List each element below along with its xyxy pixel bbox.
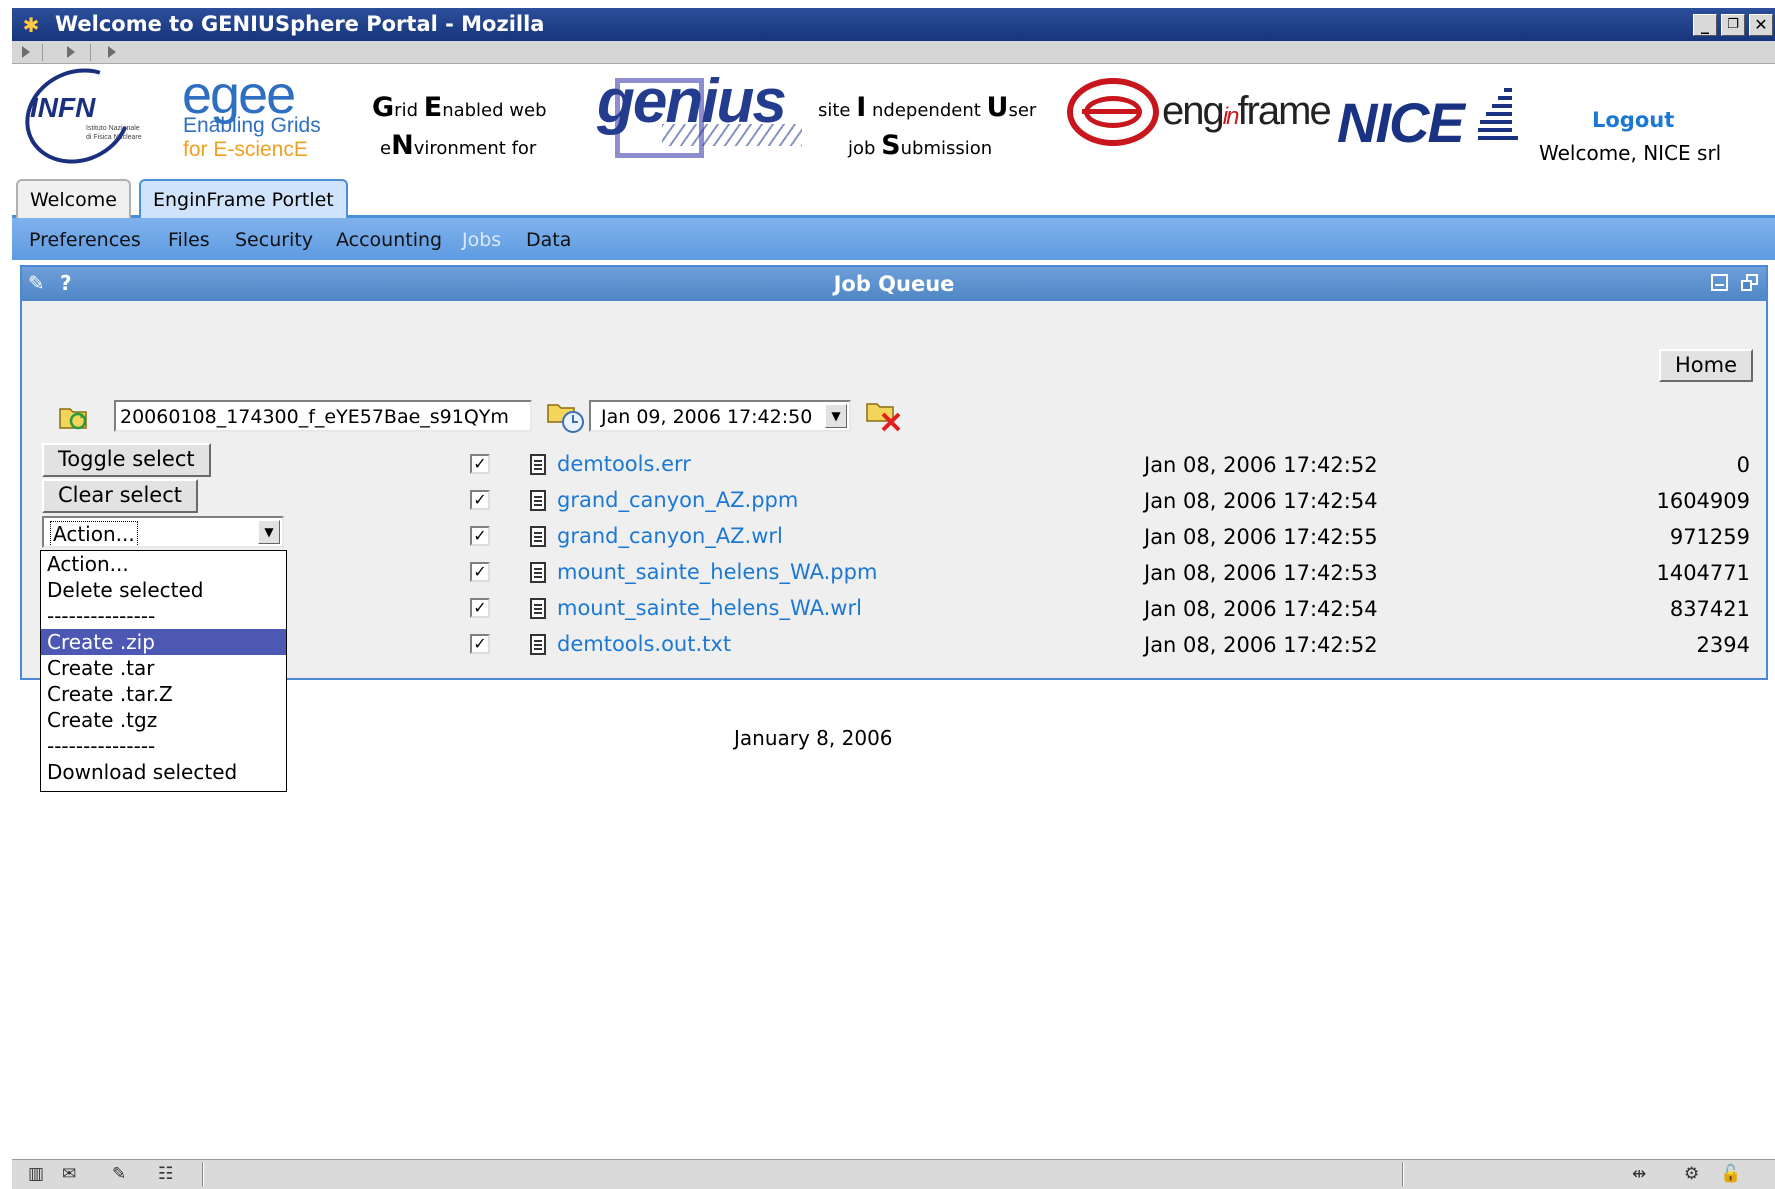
- addressbook-icon[interactable]: ☷: [158, 1164, 173, 1184]
- submenu-bar: Preferences Files Security Accounting Jo…: [12, 218, 1775, 260]
- document-icon: [530, 598, 546, 619]
- file-link[interactable]: demtools.err: [557, 452, 691, 476]
- security-lock-icon[interactable]: 🔓: [1720, 1164, 1741, 1184]
- chevron-down-icon[interactable]: ▼: [825, 404, 847, 428]
- document-icon: [530, 490, 546, 511]
- file-size: 1404771: [1656, 561, 1750, 585]
- dropdown-option-delete-selected[interactable]: Delete selected: [41, 577, 286, 603]
- dropdown-option-action[interactable]: Action...: [41, 551, 286, 577]
- toolbar-separator: [90, 44, 91, 61]
- file-link[interactable]: grand_canyon_AZ.ppm: [557, 488, 798, 512]
- file-checkbox[interactable]: ✓: [470, 454, 490, 474]
- tab-enginframe-portlet[interactable]: EnginFrame Portlet: [139, 179, 348, 218]
- file-link[interactable]: demtools.out.txt: [557, 632, 731, 656]
- scheduled-folder-icon[interactable]: [546, 399, 584, 433]
- spooler-name-field[interactable]: 20060108_174300_f_eYE57Bae_s91QYm: [114, 400, 532, 432]
- toolbar-separator: [42, 44, 43, 61]
- portal-header: INFN Istituto Nazionale di Fisica Nuclea…: [9, 51, 1775, 181]
- portlet-header: ✎ ? Job Queue: [22, 267, 1766, 301]
- dropdown-option-create-tar[interactable]: Create .tar: [41, 655, 286, 681]
- expand-toolbar-icon[interactable]: [67, 46, 75, 58]
- action-dropdown-list: Action... Delete selected --------------…: [40, 550, 287, 792]
- window-title-bar: ✱ Welcome to GENIUSphere Portal - Mozill…: [12, 8, 1775, 41]
- footer-date: January 8, 2006: [734, 726, 893, 750]
- mozilla-app-icon[interactable]: ✱: [20, 14, 42, 36]
- file-size: 2394: [1696, 633, 1750, 657]
- portlet-title: Job Queue: [833, 272, 955, 296]
- window-title: Welcome to GENIUSphere Portal - Mozilla: [55, 12, 545, 36]
- file-link[interactable]: mount_sainte_helens_WA.ppm: [557, 560, 877, 584]
- mail-icon[interactable]: ✉: [62, 1164, 76, 1184]
- dropdown-option-create-tgz[interactable]: Create .tgz: [41, 707, 286, 733]
- submenu-data[interactable]: Data: [526, 229, 571, 251]
- table-row: ✓ grand_canyon_AZ.ppm Jan 08, 2006 17:42…: [22, 486, 1770, 522]
- submenu-preferences[interactable]: Preferences: [29, 229, 141, 251]
- document-icon: [530, 562, 546, 583]
- submenu-files[interactable]: Files: [168, 229, 210, 251]
- minimize-button[interactable]: _: [1693, 14, 1717, 36]
- submenu-security[interactable]: Security: [235, 229, 313, 251]
- document-icon: [530, 634, 546, 655]
- file-checkbox[interactable]: ✓: [470, 598, 490, 618]
- minimize-portlet-icon[interactable]: [1711, 274, 1728, 291]
- dropdown-option-create-tar-z[interactable]: Create .tar.Z: [41, 681, 286, 707]
- portlet-tabs: Welcome EnginFrame Portlet: [12, 179, 1775, 218]
- date-combo-value: Jan 09, 2006 17:42:50: [601, 406, 813, 428]
- file-size: 0: [1736, 453, 1750, 477]
- date-combo[interactable]: Jan 09, 2006 17:42:50 ▼: [589, 400, 851, 432]
- file-checkbox[interactable]: ✓: [470, 634, 490, 654]
- online-status-icon[interactable]: ⇹: [1632, 1164, 1646, 1184]
- composer-icon[interactable]: ✎: [112, 1164, 126, 1184]
- document-icon: [530, 454, 546, 475]
- submenu-accounting[interactable]: Accounting: [336, 229, 442, 251]
- table-row: ✓ demtools.err Jan 08, 2006 17:42:52 0: [22, 450, 1770, 486]
- collapsed-toolbar-strip: [12, 41, 1775, 64]
- file-date: Jan 08, 2006 17:42:55: [1144, 525, 1378, 549]
- file-checkbox[interactable]: ✓: [470, 562, 490, 582]
- file-link[interactable]: mount_sainte_helens_WA.wrl: [557, 596, 862, 620]
- file-date: Jan 08, 2006 17:42:54: [1144, 489, 1378, 513]
- submenu-jobs[interactable]: Jobs: [462, 229, 501, 251]
- close-button[interactable]: ✕: [1749, 14, 1773, 36]
- home-button[interactable]: Home: [1659, 349, 1754, 382]
- file-date: Jan 08, 2006 17:42:54: [1144, 597, 1378, 621]
- logout-link[interactable]: Logout: [1592, 108, 1674, 132]
- file-date: Jan 08, 2006 17:42:53: [1144, 561, 1378, 585]
- file-date: Jan 08, 2006 17:42:52: [1144, 633, 1378, 657]
- file-size: 1604909: [1656, 489, 1750, 513]
- restore-button[interactable]: ❐: [1721, 14, 1745, 36]
- dropdown-option-create-zip[interactable]: Create .zip: [41, 629, 286, 655]
- welcome-user-text: Welcome, NICE srl: [1539, 141, 1722, 165]
- delete-folder-icon[interactable]: [865, 398, 901, 432]
- file-size: 971259: [1669, 525, 1750, 549]
- file-size: 837421: [1669, 597, 1750, 621]
- file-checkbox[interactable]: ✓: [470, 490, 490, 510]
- dropdown-separator[interactable]: ---------------: [41, 733, 286, 759]
- mozilla-icon[interactable]: ▥: [28, 1164, 44, 1184]
- expand-toolbar-icon[interactable]: [108, 46, 116, 58]
- document-icon: [530, 526, 546, 547]
- dropdown-option-download-selected[interactable]: Download selected: [41, 759, 286, 785]
- file-link[interactable]: grand_canyon_AZ.wrl: [557, 524, 783, 548]
- file-date: Jan 08, 2006 17:42:52: [1144, 453, 1378, 477]
- file-checkbox[interactable]: ✓: [470, 526, 490, 546]
- browser-status-bar: ▥ ✉ ✎ ☷ ⇹ ⚙ 🔓: [12, 1159, 1775, 1189]
- maximize-portlet-icon[interactable]: [1741, 274, 1758, 291]
- tab-welcome[interactable]: Welcome: [16, 179, 131, 218]
- expand-toolbar-icon[interactable]: [22, 46, 30, 58]
- cookie-icon[interactable]: ⚙: [1684, 1164, 1699, 1184]
- refresh-folder-icon[interactable]: [58, 401, 88, 430]
- dropdown-separator[interactable]: ---------------: [41, 603, 286, 629]
